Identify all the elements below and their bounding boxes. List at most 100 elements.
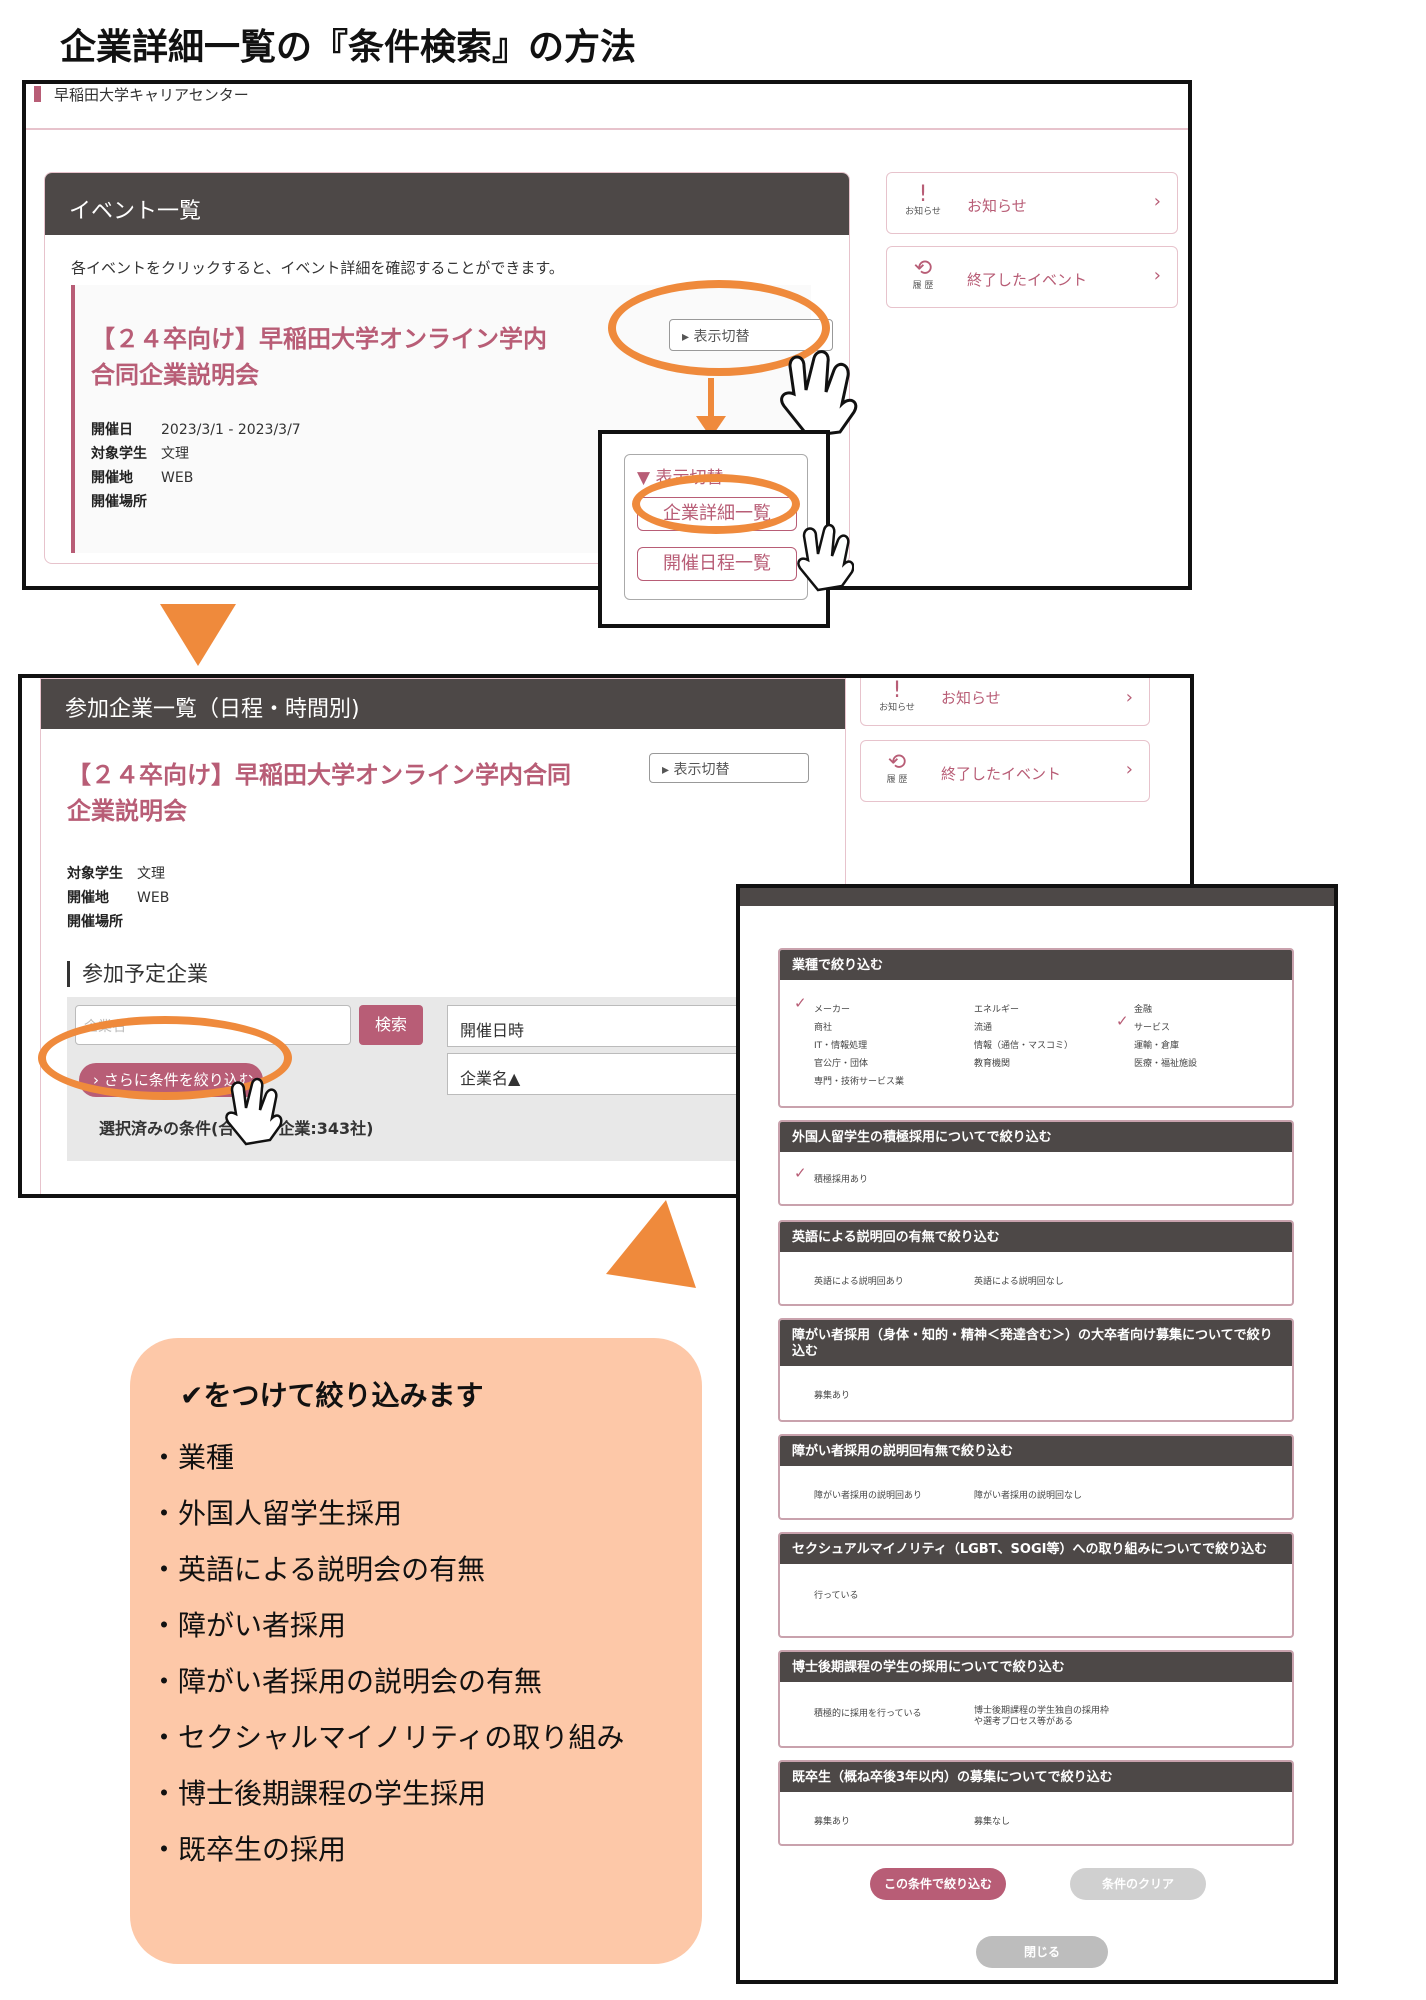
ended-events-button[interactable]: ⟲ 履 歴 終了したイベント › — [860, 740, 1150, 802]
option-finance[interactable]: 金融 — [1134, 1002, 1152, 1015]
place-value: WEB — [161, 470, 194, 486]
filter-options: ✓ メーカー エネルギー 金融 商社 流通 ✓ サービス IT・情報処理 情報（… — [780, 980, 1292, 1104]
target-value: 文理 — [161, 446, 189, 462]
header-accent-bar — [34, 86, 41, 102]
filter-group-industry: 業種で絞り込む ✓ メーカー エネルギー 金融 商社 流通 ✓ サービス IT・… — [778, 948, 1294, 1108]
target-label: 対象学生 — [67, 866, 123, 882]
panel-title: 参加企業一覧（日程・時間別) — [41, 679, 845, 729]
option-doctoral-active[interactable]: 積極的に採用を行っている — [814, 1706, 922, 1719]
news-icon: ! お知らせ — [905, 182, 941, 218]
event-title: 【２４卒向け】早稲田大学オンライン学内合同 企業説明会 — [67, 757, 627, 829]
news-button[interactable]: ! お知らせ お知らせ › — [860, 678, 1150, 726]
filter-group-title: セクシュアルマイノリティ（LGBT、SOGI等）への取り組みについてで絞り込む — [780, 1534, 1292, 1564]
filter-group-title: 博士後期課程の学生の採用についてで絞り込む — [780, 1652, 1292, 1682]
selected-conditions-label: 選択済みの条件(合 — [99, 1119, 235, 1138]
history-icon: ⟲ 履 歴 — [912, 256, 934, 292]
note-item: ・英語による説明会の有無 — [150, 1553, 486, 1586]
event-target-row: 対象学生 文理 — [67, 863, 165, 883]
option-government[interactable]: 官公庁・団体 — [814, 1056, 868, 1069]
event-title-line1: 【２４卒向け】早稲田大学オンライン学内合同 — [67, 761, 571, 789]
site-header: 早稲田大学キャリアセンター — [26, 84, 1188, 130]
venue-label: 開催場所 — [67, 914, 123, 930]
filter-options: ✓ 積極採用あり — [780, 1152, 1292, 1202]
place-label: 開催地 — [91, 470, 133, 486]
ended-events-label: 終了したイベント — [941, 765, 1062, 783]
option-active-hiring[interactable]: 積極採用あり — [814, 1172, 868, 1185]
event-title[interactable]: 【２４卒向け】早稲田大学オンライン学内 合同企業説明会 — [91, 321, 571, 393]
schedule-list-option[interactable]: 開催日程一覧 — [637, 547, 797, 581]
option-graduates-no[interactable]: 募集なし — [974, 1814, 1010, 1827]
option-professional[interactable]: 専門・技術サービス業 — [814, 1074, 904, 1087]
filter-group-disability-session: 障がい者採用の説明回有無で絞り込む 障がい者採用の説明回あり 障がい者採用の説明… — [778, 1434, 1294, 1520]
option-recruiting-yes[interactable]: 募集あり — [814, 1388, 850, 1401]
event-venue-row: 開催場所 — [67, 911, 137, 931]
option-graduates-yes[interactable]: 募集あり — [814, 1814, 850, 1827]
checkmark-icon: ✓ — [1116, 1012, 1129, 1030]
option-session-yes[interactable]: 障がい者採用の説明回あり — [814, 1488, 922, 1501]
close-button[interactable]: 閉じる — [976, 1936, 1108, 1968]
venue-label: 開催場所 — [91, 494, 147, 510]
option-education[interactable]: 教育機関 — [974, 1056, 1010, 1069]
site-name: 早稲田大学キャリアセンター — [54, 86, 249, 104]
down-arrow-icon — [160, 604, 236, 666]
event-date-row: 開催日 2023/3/1 - 2023/3/7 — [91, 419, 301, 439]
chevron-right-icon: › — [1125, 759, 1133, 780]
history-icon: ⟲ 履 歴 — [886, 750, 908, 786]
note-item: ・外国人留学生採用 — [150, 1497, 403, 1530]
option-service[interactable]: サービス — [1134, 1020, 1170, 1033]
company-list-panel: 参加企業一覧（日程・時間別) 【２４卒向け】早稲田大学オンライン学内合同 企業説… — [40, 678, 846, 1194]
option-doing[interactable]: 行っている — [814, 1588, 859, 1601]
filter-group-lgbt: セクシュアルマイノリティ（LGBT、SOGI等）への取り組みについてで絞り込む … — [778, 1532, 1294, 1638]
news-button[interactable]: ! お知らせ お知らせ › — [886, 172, 1178, 234]
note-item: ・障がい者採用 — [150, 1609, 347, 1642]
filter-group-title: 英語による説明回の有無で絞り込む — [780, 1222, 1292, 1252]
filter-group-title: 既卒生（概ね卒後3年以内）の募集についてで絞り込む — [780, 1762, 1292, 1792]
filter-options: 英語による説明回あり 英語による説明回なし — [780, 1252, 1292, 1302]
explanation-note: ✔をつけて絞り込みます ・業種 ・外国人留学生採用 ・英語による説明会の有無 ・… — [130, 1338, 702, 1964]
page-title: 企業詳細一覧の『条件検索』の方法 — [60, 27, 637, 68]
option-session-no[interactable]: 障がい者採用の説明回なし — [974, 1488, 1082, 1501]
clear-filter-button[interactable]: 条件のクリア — [1070, 1868, 1206, 1900]
filter-group-title: 障がい者採用の説明回有無で絞り込む — [780, 1436, 1292, 1466]
selected-conditions-count: 企業:343社) — [278, 1119, 374, 1138]
pointer-hand-icon — [797, 523, 854, 592]
option-energy[interactable]: エネルギー — [974, 1002, 1019, 1015]
option-distribution[interactable]: 流通 — [974, 1020, 992, 1033]
toggle-view-button[interactable]: ▸ 表示切替 — [649, 753, 809, 783]
filter-options: 行っている — [780, 1564, 1292, 1616]
filter-options: 募集あり 募集なし — [780, 1792, 1292, 1842]
search-button[interactable]: 検索 — [359, 1005, 423, 1045]
refine-conditions-modal: 業種で絞り込む ✓ メーカー エネルギー 金融 商社 流通 ✓ サービス IT・… — [736, 884, 1338, 1984]
option-trading[interactable]: 商社 — [814, 1020, 832, 1033]
option-english-no[interactable]: 英語による説明回なし — [974, 1274, 1064, 1287]
note-item: ・博士後期課程の学生採用 — [150, 1777, 487, 1810]
option-medical[interactable]: 医療・福祉施設 — [1134, 1056, 1197, 1069]
filter-options: 障がい者採用の説明回あり 障がい者採用の説明回なし — [780, 1466, 1292, 1516]
panel-title: イベント一覧 — [45, 173, 849, 235]
option-maker[interactable]: メーカー — [814, 1002, 850, 1015]
option-logistics[interactable]: 運輸・倉庫 — [1134, 1038, 1179, 1051]
ended-events-button[interactable]: ⟲ 履 歴 終了したイベント › — [886, 246, 1178, 308]
modal-top-strip — [740, 888, 1334, 906]
chevron-right-icon: › — [1125, 687, 1133, 708]
note-item: ・セクシャルマイノリティの取り組み — [150, 1721, 625, 1754]
filter-options: 積極的に採用を行っている 博士後期課程の学生独自の採用枠や選考プロセス等がある — [780, 1682, 1292, 1744]
event-place-row: 開催地 WEB — [67, 887, 169, 907]
option-it[interactable]: IT・情報処理 — [814, 1038, 867, 1051]
option-doctoral-special[interactable]: 博士後期課程の学生独自の採用枠や選考プロセス等がある — [974, 1706, 1114, 1728]
event-title-line1: 【２４卒向け】早稲田大学オンライン学内 — [91, 325, 547, 353]
option-media[interactable]: 情報（通信・マスコミ） — [974, 1038, 1073, 1051]
highlight-ring-detail-option — [632, 474, 800, 534]
pointer-hand-icon — [225, 1077, 283, 1146]
news-label: お知らせ — [941, 689, 1001, 707]
date-value: 2023/3/1 - 2023/3/7 — [161, 422, 301, 438]
chevron-right-icon: › — [1153, 191, 1161, 212]
place-value: WEB — [137, 890, 170, 906]
event-venue-row: 開催場所 — [91, 491, 161, 511]
filter-group-international: 外国人留学生の積極採用についてで絞り込む ✓ 積極採用あり — [778, 1120, 1294, 1206]
option-english-yes[interactable]: 英語による説明回あり — [814, 1274, 904, 1287]
filter-group-english-session: 英語による説明回の有無で絞り込む 英語による説明回あり 英語による説明回なし — [778, 1220, 1294, 1306]
filter-group-graduates: 既卒生（概ね卒後3年以内）の募集についてで絞り込む 募集あり 募集なし — [778, 1760, 1294, 1846]
apply-filter-button[interactable]: この条件で絞り込む — [870, 1868, 1006, 1900]
filter-group-disability-hiring: 障がい者採用（身体・知的・精神＜発達含む＞）の大卒者向け募集についてで絞り込む … — [778, 1318, 1294, 1422]
